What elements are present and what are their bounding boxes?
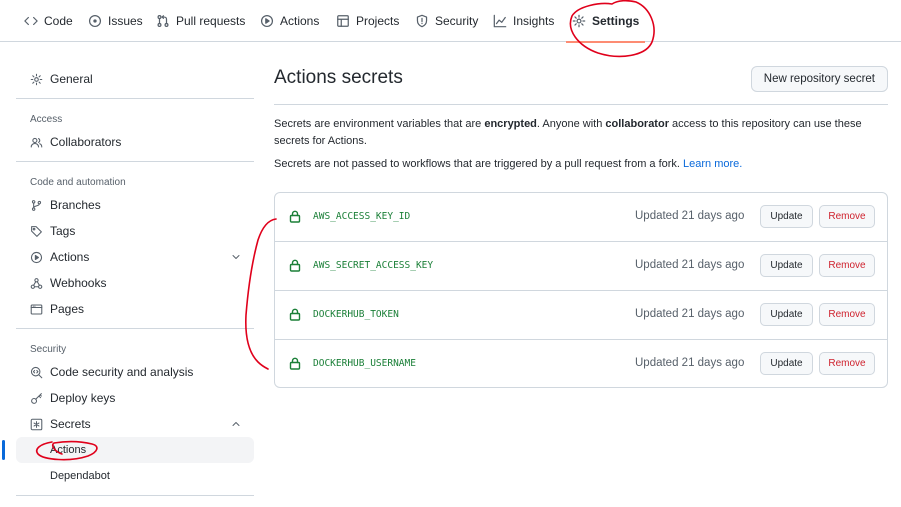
graph-icon [493,14,507,28]
repo-nav: Code Issues Pull requests Actions Projec… [0,0,901,43]
secret-name: AWS_SECRET_ACCESS_KEY [313,260,434,271]
sidebar-item-general[interactable]: General [16,66,254,92]
sidebar-divider [16,495,254,496]
secret-name: DOCKERHUB_TOKEN [313,309,399,320]
sidebar-heading-access: Access [30,113,63,125]
lock-icon [289,357,301,370]
tab-insights[interactable]: Insights [487,0,560,42]
secret-row: AWS_SECRET_ACCESS_KEY Updated 21 days ag… [275,242,887,291]
update-secret-button[interactable]: Update [760,303,813,326]
remove-secret-button[interactable]: Remove [819,352,875,375]
sidebar-item-collaborators[interactable]: Collaborators [16,129,254,155]
secrets-description: Secrets are environment variables that a… [274,118,862,147]
key-icon [31,392,42,404]
branch-icon [31,199,42,211]
tab-projects[interactable]: Projects [330,0,405,42]
sidebar-item-code-security[interactable]: Code security and analysis [16,359,254,385]
asterisk-box-icon [30,418,43,430]
sidebar-item-branches[interactable]: Branches [16,192,254,218]
secret-updated: Updated 21 days ago [635,357,745,369]
header-divider [274,104,888,105]
sidebar-divider [16,328,254,329]
tab-settings[interactable]: Settings [566,0,646,43]
issue-icon [88,14,102,28]
chevron-down-icon[interactable] [230,251,242,263]
sidebar-item-secrets[interactable]: Secrets [16,411,254,437]
sidebar-divider [16,98,254,99]
sidebar-item-actions[interactable]: Actions [16,244,254,270]
secret-updated: Updated 21 days ago [635,210,745,222]
secret-row: AWS_ACCESS_KEY_ID Updated 21 days ago Up… [275,193,887,242]
secret-row: DOCKERHUB_TOKEN Updated 21 days ago Upda… [275,291,887,340]
chevron-up-icon[interactable] [230,418,242,430]
sidebar-item-webhooks[interactable]: Webhooks [16,270,254,296]
secret-name: DOCKERHUB_USERNAME [313,358,416,369]
sidebar-heading-security: Security [30,343,67,355]
tag-icon [31,225,42,237]
learn-more-link[interactable]: Learn more. [683,158,742,170]
shield-icon [416,14,428,28]
secret-row: DOCKERHUB_USERNAME Updated 21 days ago U… [275,340,887,389]
play-icon [30,251,43,263]
people-icon [30,137,43,147]
update-secret-button[interactable]: Update [760,254,813,277]
sidebar-heading-code: Code and automation [30,176,126,188]
secret-updated: Updated 21 days ago [635,259,745,271]
sidebar-divider [16,161,254,162]
tab-actions[interactable]: Actions [254,0,325,42]
sidebar-subitem-secrets-dependabot[interactable]: Dependabot [16,463,254,489]
remove-secret-button[interactable]: Remove [819,205,875,228]
tab-security[interactable]: Security [409,0,484,42]
secret-updated: Updated 21 days ago [635,308,745,320]
sidebar-subitem-secrets-actions[interactable]: Actions [2,437,254,463]
play-icon [260,14,274,28]
settings-sidebar: General Access Collaborators Code and au… [2,66,254,506]
page-title: Actions secrets [274,67,403,88]
tab-issues[interactable]: Issues [82,0,149,42]
secret-name: AWS_ACCESS_KEY_ID [313,211,411,222]
codescan-icon [30,366,43,378]
code-icon [24,16,38,26]
sidebar-item-tags[interactable]: Tags [16,218,254,244]
lock-icon [289,210,301,223]
browser-icon [30,304,43,314]
remove-secret-button[interactable]: Remove [819,303,875,326]
new-repository-secret-button[interactable]: New repository secret [750,66,888,92]
tab-code[interactable]: Code [18,0,79,42]
lock-icon [289,308,301,321]
lock-icon [289,259,301,272]
tab-pull-requests[interactable]: Pull requests [150,0,251,42]
update-secret-button[interactable]: Update [760,205,813,228]
update-secret-button[interactable]: Update [760,352,813,375]
sidebar-item-deploy-keys[interactable]: Deploy keys [16,385,254,411]
gear-icon [572,14,586,28]
fork-notice: Secrets are not passed to workflows that… [274,158,743,170]
remove-secret-button[interactable]: Remove [819,254,875,277]
table-icon [337,15,349,27]
pull-request-icon [157,15,169,27]
secrets-list: AWS_ACCESS_KEY_ID Updated 21 days ago Up… [274,192,888,388]
sidebar-item-pages[interactable]: Pages [16,296,254,322]
webhook-icon [30,277,43,289]
gear-icon [30,73,43,85]
